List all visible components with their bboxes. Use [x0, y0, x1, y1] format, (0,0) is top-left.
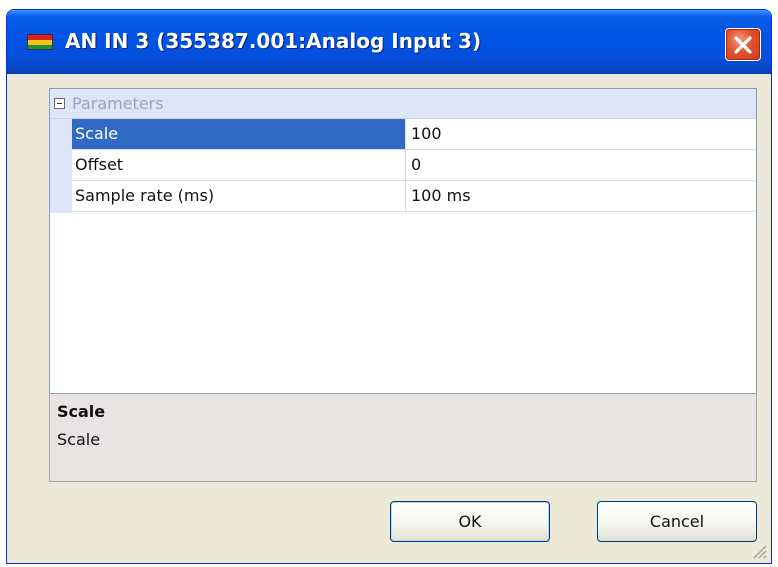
close-button[interactable]: [725, 28, 761, 61]
dialog-window: AN IN 3 (355387.001:Analog Input 3) Para…: [6, 9, 772, 564]
resize-grip-icon[interactable]: [749, 541, 767, 559]
property-grid[interactable]: Parameters Scale 100 Offset 0 Sample rat…: [49, 88, 757, 394]
module-icon: [27, 34, 53, 50]
property-name[interactable]: Offset: [72, 150, 406, 180]
help-title: Scale: [57, 402, 106, 421]
window-title: AN IN 3 (355387.001:Analog Input 3): [65, 29, 482, 53]
property-row-sample-rate[interactable]: Sample rate (ms) 100 ms: [72, 181, 756, 212]
grid-margin: [50, 119, 72, 213]
property-name[interactable]: Scale: [72, 119, 406, 149]
help-panel: Scale Scale: [49, 393, 757, 482]
help-description: Scale: [57, 430, 101, 449]
cancel-button[interactable]: Cancel: [597, 501, 757, 542]
category-label: Parameters: [72, 94, 164, 113]
property-row-scale[interactable]: Scale 100: [72, 119, 756, 150]
ok-button[interactable]: OK: [390, 501, 550, 542]
property-row-offset[interactable]: Offset 0: [72, 150, 756, 181]
close-icon: [734, 36, 752, 54]
title-bar[interactable]: AN IN 3 (355387.001:Analog Input 3): [7, 10, 771, 74]
property-value[interactable]: 100 ms: [411, 181, 471, 211]
property-value[interactable]: 100: [411, 119, 442, 149]
collapse-icon[interactable]: [54, 98, 65, 109]
category-row-parameters[interactable]: Parameters: [50, 89, 756, 119]
property-name[interactable]: Sample rate (ms): [72, 181, 406, 211]
property-value[interactable]: 0: [411, 150, 421, 180]
